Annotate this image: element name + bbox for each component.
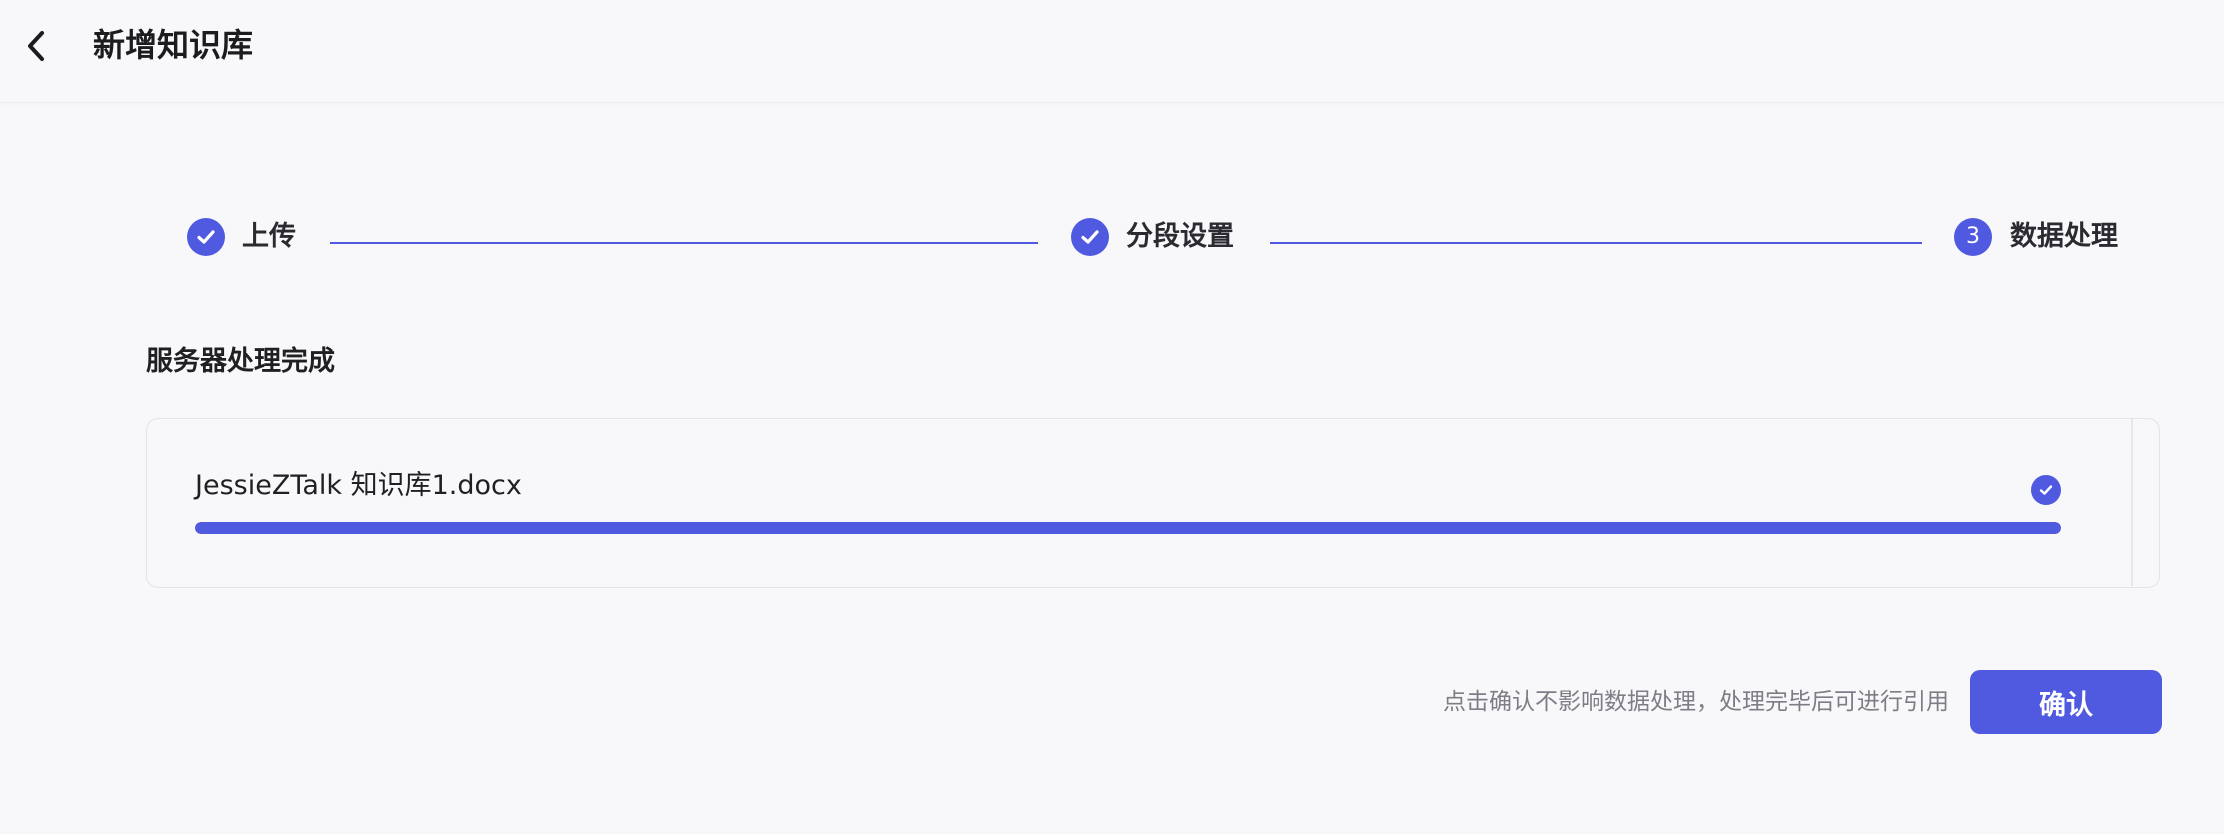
step-connector [1270, 242, 1922, 244]
step-segment-label: 分段设置 [1126, 221, 1234, 252]
step-connector [330, 242, 1038, 244]
file-progress-bar [195, 522, 2061, 534]
confirm-hint: 点击确认不影响数据处理，处理完毕后可进行引用 [1443, 689, 1949, 715]
step-number-badge: 3 [1954, 218, 1992, 256]
chevron-left-icon [28, 31, 44, 61]
confirm-button[interactable]: 确认 [1970, 670, 2162, 734]
file-name: JessieZTalk 知识库1.docx [195, 470, 522, 501]
top-bar: 新增知识库 [0, 0, 2224, 103]
step-upload-check-icon [187, 218, 225, 256]
progress-fill [195, 522, 2061, 534]
processing-status-title: 服务器处理完成 [146, 346, 335, 377]
card-scrollbar-divider [2131, 419, 2133, 586]
page-title: 新增知识库 [93, 26, 254, 64]
step-process-label: 数据处理 [2010, 221, 2118, 252]
check-circle-icon [2031, 475, 2061, 505]
step-segment-check-icon [1071, 218, 1109, 256]
step-upload-label: 上传 [242, 221, 296, 252]
step-number: 3 [1966, 224, 1980, 249]
file-card: JessieZTalk 知识库1.docx [146, 418, 2160, 588]
back-button[interactable] [20, 26, 52, 66]
